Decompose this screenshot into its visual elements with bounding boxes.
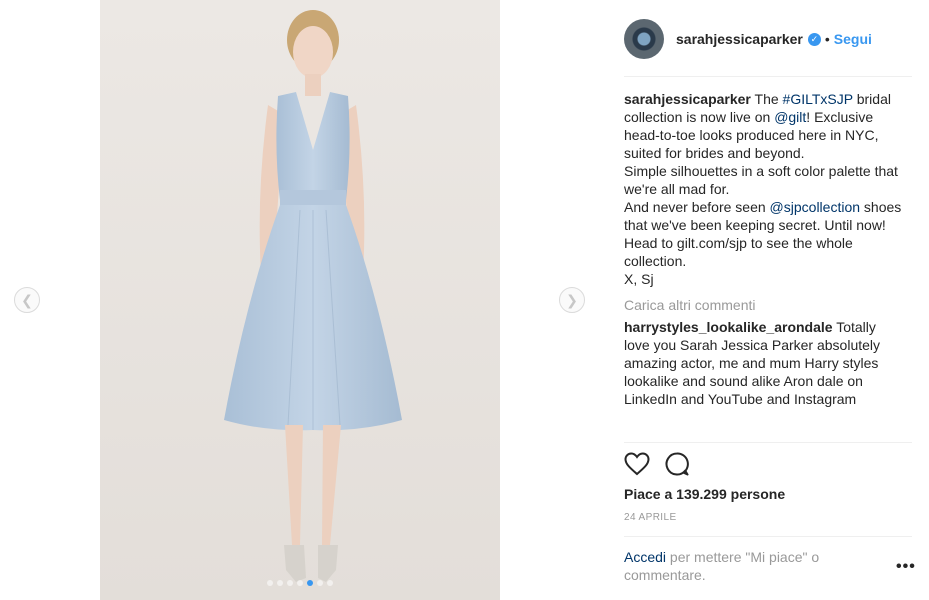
footer-divider xyxy=(624,536,912,537)
comment-username[interactable]: harrystyles_lookalike_arondale xyxy=(624,319,833,335)
header-divider xyxy=(624,76,912,77)
previous-photo-button[interactable]: ❮ xyxy=(14,287,40,313)
load-more-comments-button[interactable]: Carica altri commenti xyxy=(624,296,904,314)
carousel-dot xyxy=(327,580,333,586)
carousel-dot-active xyxy=(307,580,313,586)
caption-text: The xyxy=(750,91,783,107)
action-bar xyxy=(624,451,690,482)
separator-bullet: • xyxy=(824,31,830,47)
post-header: sarahjessicaparker ✓ • Segui xyxy=(624,18,912,60)
caption-username[interactable]: sarahjessicaparker xyxy=(624,91,751,107)
next-photo-button[interactable]: ❯ xyxy=(559,287,585,313)
mention-gilt-link[interactable]: @gilt xyxy=(774,109,806,125)
carousel-dot xyxy=(297,580,303,586)
carousel-indicator xyxy=(100,580,500,586)
carousel-dot xyxy=(267,580,273,586)
hashtag-link[interactable]: #GILTxSJP xyxy=(783,91,853,107)
mention-sjpcollection-link[interactable]: @sjpcollection xyxy=(770,199,860,215)
caption-text: Simple silhouettes in a soft color palet… xyxy=(624,163,898,197)
chevron-right-icon: ❯ xyxy=(566,291,578,308)
carousel-dot xyxy=(287,580,293,586)
avatar[interactable] xyxy=(624,19,664,59)
chevron-left-icon: ❮ xyxy=(21,291,33,308)
login-link[interactable]: Accedi xyxy=(624,549,666,565)
follow-button[interactable]: Segui xyxy=(834,31,872,47)
dress-photo-image xyxy=(100,0,500,600)
carousel-dot xyxy=(317,580,323,586)
caption-text: And never before seen xyxy=(624,199,770,215)
header-username[interactable]: sarahjessicaparker xyxy=(676,31,803,47)
comments-divider xyxy=(624,442,912,443)
login-prompt: Accedi per mettere "Mi piace" o commenta… xyxy=(624,548,864,584)
caption-signoff: X, Sj xyxy=(624,271,654,287)
post-photo[interactable] xyxy=(100,0,500,600)
heart-icon[interactable] xyxy=(624,451,650,481)
post-date: 24 APRILE xyxy=(624,512,677,523)
comments-section[interactable]: sarahjessicaparker The #GILTxSJP bridal … xyxy=(624,90,904,442)
comment-icon[interactable] xyxy=(664,451,690,482)
comment: harrystyles_lookalike_arondale Totally l… xyxy=(624,318,904,408)
verified-badge-icon: ✓ xyxy=(807,32,821,46)
likes-count[interactable]: Piace a 139.299 persone xyxy=(624,486,785,502)
carousel-dot xyxy=(277,580,283,586)
caption: sarahjessicaparker The #GILTxSJP bridal … xyxy=(624,90,904,288)
post-details-panel: sarahjessicaparker ✓ • Segui sarahjessic… xyxy=(624,0,915,600)
more-options-button[interactable]: ••• xyxy=(896,559,916,575)
caption-text: Head to gilt.com/sjp to see the whole co… xyxy=(624,235,853,269)
